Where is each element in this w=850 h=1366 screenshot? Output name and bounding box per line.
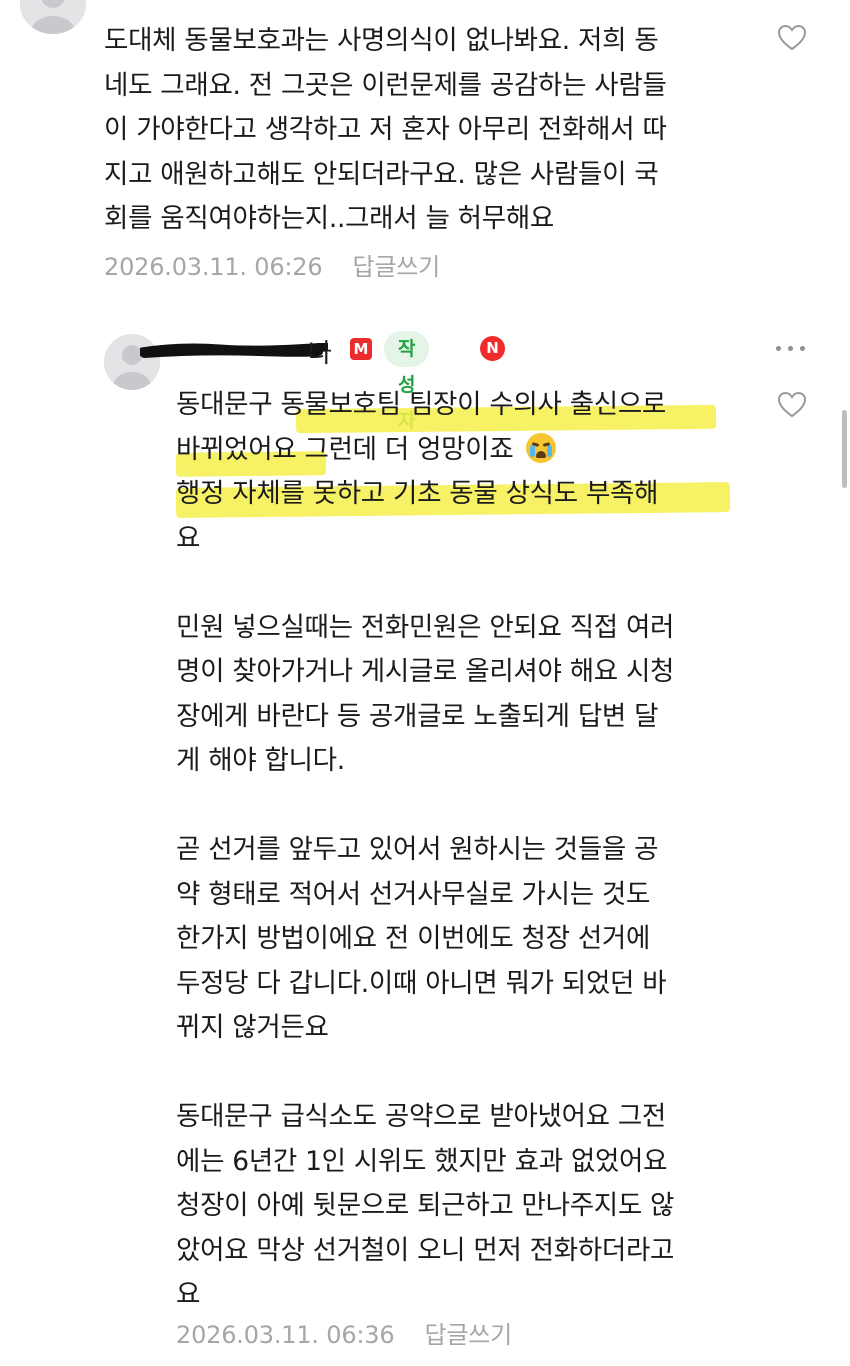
- member-badge: M: [350, 338, 372, 360]
- comment-line: [176, 1051, 674, 1096]
- comment-body: 도대체 동물보호과는 사명의식이 없나봐요. 저희 동 네도 그래요. 전 그곳…: [104, 19, 667, 242]
- comment-line: 바뀌었어요 그런데 더 엉망이죠: [176, 428, 674, 473]
- heart-icon: [777, 24, 807, 51]
- comment-line: 행정 자체를 못하고 기초 동물 상식도 부족해: [176, 472, 674, 517]
- comment-line: 곧 선거를 앞두고 있어서 원하시는 것들을 공: [176, 834, 659, 865]
- comment-line: 요: [176, 1279, 201, 1310]
- like-button[interactable]: [777, 23, 807, 53]
- redacted-scribble: [140, 343, 328, 358]
- new-badge: N: [480, 336, 505, 361]
- comment-line: 게 해야 합니다.: [176, 745, 345, 776]
- comment-line: 약 형태로 적어서 선거사무실로 가시는 것도: [176, 878, 651, 910]
- heart-icon: [777, 391, 807, 418]
- comment-line: [176, 561, 674, 606]
- comment-body: 동대문구 동물보호팀 팀장이 수의사 출신으로 바뀌었어요 그런데 더 엉망이죠…: [176, 383, 674, 1318]
- comment-line: 이 가야한다고 생각하고 저 혼자 아무리 전화해서 따: [104, 114, 667, 145]
- more-dot-icon: [800, 346, 805, 351]
- more-dot-icon: [776, 346, 781, 351]
- comment-line: 요: [176, 522, 201, 554]
- comment-text: 바뀌었어요 그런데 더 엉망이죠: [176, 433, 514, 465]
- author-nickname[interactable]: 나: [308, 333, 332, 370]
- more-dot-icon: [788, 346, 793, 351]
- comment-text: 동대문구 동물보호팀 팀장이 수의사 출신으로: [176, 389, 667, 420]
- comment-line: 네도 그래요. 전 그곳은 이런문제를 공감하는 사람들: [104, 69, 667, 101]
- reply-button[interactable]: 답글쓰기: [424, 1321, 512, 1349]
- scrollbar[interactable]: [842, 410, 847, 488]
- comment-line: 청장이 아예 뒷문으로 퇴근하고 만나주지도 않: [176, 1190, 675, 1221]
- comment-line: 동대문구 급식소도 공약으로 받아냈어요 그전: [176, 1101, 667, 1132]
- like-button[interactable]: [777, 390, 807, 420]
- comment-line: 뀌지 않거든요: [176, 1012, 329, 1043]
- comment-line: 도대체 동물보호과는 사명의식이 없나봐요. 저희 동: [104, 25, 659, 56]
- comment-meta: 2026.03.11. 06:36 답글쓰기: [176, 1315, 512, 1350]
- crying-face-icon: [525, 432, 556, 463]
- comment-line: 았어요 막상 선거철이 오니 먼저 전화하더라고: [176, 1234, 675, 1266]
- default-avatar-icon: [20, 0, 86, 34]
- comment-timestamp: 2026.03.11. 06:36: [176, 1321, 395, 1349]
- comment-line: 회를 움직여야하는지..그래서 늘 허무해요: [104, 203, 554, 234]
- comment-line: 두정당 다 갑니다.이때 아니면 뭐가 되었던 바: [176, 967, 667, 999]
- avatar[interactable]: [20, 0, 86, 34]
- comment-line: 명이 찾아가거나 게시글로 올리셔야 해요 시청: [176, 656, 675, 687]
- comment-line: 에는 6년간 1인 시위도 했지만 효과 없었어요: [176, 1145, 668, 1177]
- comment-text: 행정 자체를 못하고 기초 동물 상식도 부족해: [176, 478, 659, 509]
- comment-line: 장에게 바란다 등 공개글로 노출되게 답변 달: [176, 700, 659, 732]
- comment-line: [176, 784, 674, 829]
- comment-line: 민원 넣으실때는 전화민원은 안되요 직접 여러: [176, 611, 675, 643]
- comment-line: 지고 애원하고해도 안되더라구요. 많은 사람들이 국: [104, 158, 659, 190]
- more-options-button[interactable]: [776, 342, 806, 356]
- writer-badge: 작성자: [384, 331, 430, 432]
- comment-meta: 2026.03.11. 06:26 답글쓰기: [104, 247, 440, 282]
- comment-timestamp: 2026.03.11. 06:26: [104, 253, 323, 281]
- comment-line: 동대문구 동물보호팀 팀장이 수의사 출신으로: [176, 383, 674, 428]
- reply-button[interactable]: 답글쓰기: [352, 253, 440, 281]
- comment-line: 한가지 방법이에요 전 이번에도 청장 선거에: [176, 923, 651, 954]
